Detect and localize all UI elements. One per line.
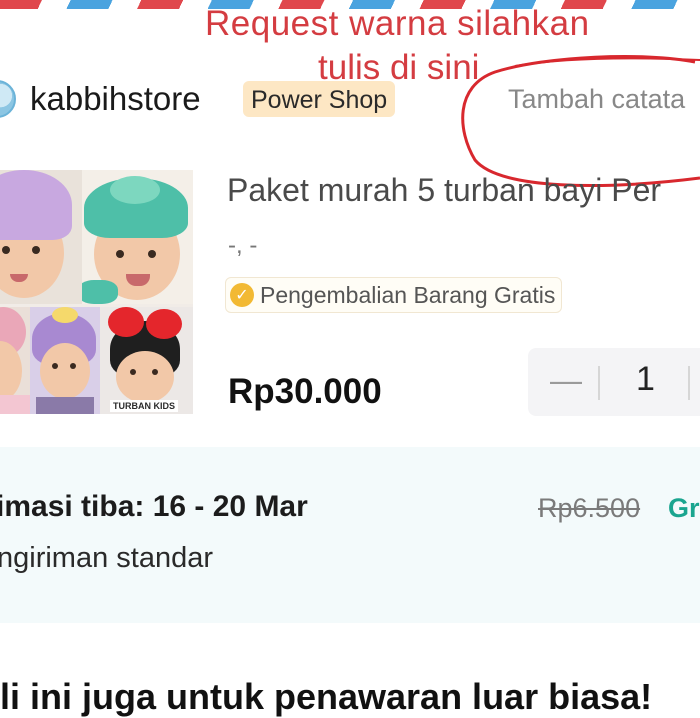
product-thumbnail[interactable]: TURBAN KIDS (0, 170, 193, 414)
quantity-stepper[interactable]: — 1 (528, 348, 700, 416)
thumb-photo-5 (100, 307, 193, 414)
shipping-fee-original: Rp6.500 (538, 493, 641, 523)
thumb-photo-4 (30, 307, 100, 414)
add-note-link[interactable]: Tambah catata (508, 84, 685, 115)
thumb-photo-1 (0, 170, 82, 304)
shipping-type: ngiriman standar (0, 542, 213, 574)
product-price: Rp30.000 (228, 372, 382, 411)
thumb-brand-label: TURBAN KIDS (110, 400, 178, 412)
power-shop-badge: Power Shop (243, 81, 396, 117)
quantity-value[interactable]: 1 (636, 360, 655, 399)
estimated-arrival: imasi tiba: 16 - 20 Mar (0, 490, 308, 523)
thumb-photo-2 (82, 170, 193, 304)
store-avatar[interactable] (0, 80, 16, 118)
return-check-icon: ✓ (230, 283, 254, 307)
stepper-divider (598, 366, 600, 400)
shipping-section[interactable] (0, 447, 700, 623)
decrease-quantity-button[interactable]: — (550, 362, 582, 399)
shipping-fee-free: Gr (668, 493, 700, 523)
stepper-divider (688, 366, 690, 400)
product-title[interactable]: Paket murah 5 turban bayi Per (227, 172, 661, 209)
free-return-tag: ✓ Pengembalian Barang Gratis (225, 277, 563, 313)
promo-text: li ini juga untuk penawaran luar biasa! (0, 676, 653, 717)
product-variant[interactable]: -, - (228, 232, 257, 260)
store-name[interactable]: kabbihstore (30, 80, 201, 118)
free-return-label: Pengembalian Barang Gratis (260, 281, 556, 308)
annotation-line-1: Request warna silahkan (205, 4, 590, 43)
thumb-photo-3 (0, 307, 30, 414)
